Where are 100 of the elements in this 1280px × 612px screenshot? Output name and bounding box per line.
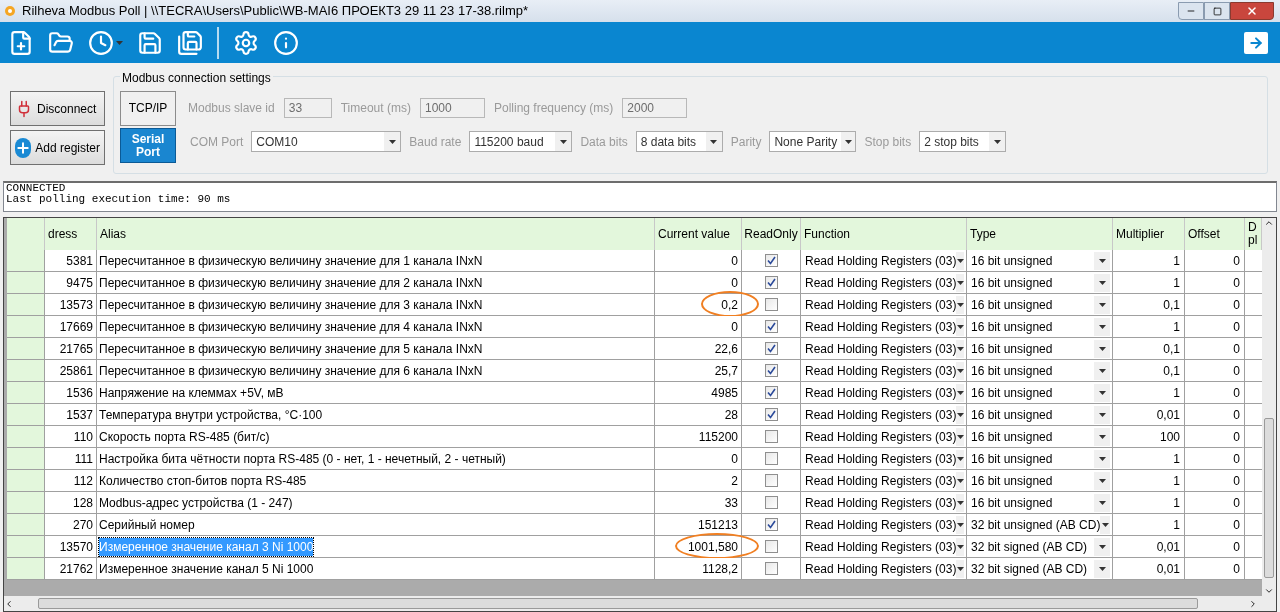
new-file-icon[interactable] <box>8 29 34 56</box>
row-header[interactable] <box>7 448 45 470</box>
function-select[interactable]: Read Holding Registers (03) <box>801 316 967 338</box>
type-select[interactable]: 16 bit unsigned <box>967 382 1113 404</box>
caret-icon <box>1098 302 1106 307</box>
exit-button[interactable] <box>1244 31 1268 54</box>
type-select[interactable]: 16 bit unsigned <box>967 470 1113 492</box>
checkbox[interactable] <box>764 496 778 509</box>
function-select[interactable]: Read Holding Registers (03) <box>801 338 967 360</box>
row-header[interactable] <box>7 272 45 294</box>
row-header[interactable] <box>7 558 45 580</box>
row-header[interactable] <box>7 470 45 492</box>
function-select[interactable]: Read Holding Registers (03) <box>801 382 967 404</box>
function-select[interactable]: Read Holding Registers (03) <box>801 272 967 294</box>
type-select[interactable]: 32 bit signed (AB CD) <box>967 536 1113 558</box>
folder-icon[interactable] <box>48 29 74 56</box>
scroll-thumb[interactable] <box>38 598 1198 609</box>
checkbox[interactable] <box>764 320 778 333</box>
function-select[interactable]: Read Holding Registers (03) <box>801 470 967 492</box>
row-header[interactable] <box>7 514 45 536</box>
row-header[interactable] <box>7 536 45 558</box>
table-cell: 17669 <box>45 316 97 338</box>
select-field[interactable]: None Parity <box>769 131 857 152</box>
field-label: Modbus slave id <box>188 100 275 117</box>
vertical-scrollbar[interactable] <box>1262 218 1276 596</box>
scroll-thumb[interactable] <box>1264 418 1274 578</box>
row-header[interactable] <box>7 360 45 382</box>
type-select[interactable]: 16 bit unsigned <box>967 448 1113 470</box>
horizontal-scrollbar[interactable] <box>4 596 1276 611</box>
type-select[interactable]: 16 bit unsigned <box>967 404 1113 426</box>
type-select[interactable]: 32 bit unsigned (AB CD) <box>967 514 1113 536</box>
row-header[interactable] <box>7 338 45 360</box>
scroll-down-icon[interactable] <box>1264 586 1274 596</box>
mode-tab[interactable]: Serial Port <box>120 128 176 163</box>
checkbox[interactable] <box>764 364 778 377</box>
row-header[interactable] <box>7 426 45 448</box>
function-select[interactable]: Read Holding Registers (03) <box>801 426 967 448</box>
type-select[interactable]: 16 bit unsigned <box>967 338 1113 360</box>
function-select[interactable]: Read Holding Registers (03) <box>801 294 967 316</box>
row-header[interactable] <box>7 250 45 272</box>
mode-tab[interactable]: TCP/IP <box>120 91 176 126</box>
restore-button[interactable] <box>1204 2 1230 20</box>
function-select[interactable]: Read Holding Registers (03) <box>801 536 967 558</box>
checkbox[interactable] <box>764 276 778 289</box>
row-header[interactable] <box>7 294 45 316</box>
select-field[interactable]: 2 stop bits <box>919 131 1007 152</box>
select-field[interactable]: 8 data bits <box>635 131 723 152</box>
table-cell: 9475 <box>45 272 97 294</box>
function-select[interactable]: Read Holding Registers (03) <box>801 492 967 514</box>
settings-icon[interactable] <box>233 29 259 56</box>
type-select[interactable]: 16 bit unsigned <box>967 426 1113 448</box>
function-select[interactable]: Read Holding Registers (03) <box>801 514 967 536</box>
save-icon[interactable] <box>137 29 163 56</box>
type-select[interactable]: 16 bit unsigned <box>967 294 1113 316</box>
info-icon[interactable] <box>273 29 299 56</box>
checkbox[interactable] <box>764 408 778 421</box>
table-cell: 0 <box>1185 448 1245 470</box>
type-select[interactable]: 16 bit unsigned <box>967 316 1113 338</box>
add-register-button[interactable]: Add register <box>10 130 105 165</box>
table-cell-text: Пересчитанное в физическую величину значение для 4 канала INxN <box>99 318 483 336</box>
row-header[interactable] <box>7 492 45 514</box>
type-select[interactable]: 16 bit unsigned <box>967 272 1113 294</box>
checkbox[interactable] <box>764 298 778 311</box>
checkbox[interactable] <box>764 474 778 487</box>
scroll-left-icon[interactable] <box>4 598 14 609</box>
checkbox[interactable] <box>764 342 778 355</box>
type-select[interactable]: 32 bit signed (AB CD) <box>967 558 1113 580</box>
table-cell: 0 <box>1185 250 1245 272</box>
scroll-up-icon[interactable] <box>1264 218 1274 228</box>
caret-icon <box>956 368 964 373</box>
function-select[interactable]: Read Holding Registers (03) <box>801 558 967 580</box>
table-cell <box>1245 514 1262 536</box>
checkbox[interactable] <box>764 386 778 399</box>
checkbox[interactable] <box>764 430 778 443</box>
row-header[interactable] <box>7 404 45 426</box>
select-field[interactable]: 115200 baud <box>469 131 573 152</box>
row-header[interactable] <box>7 316 45 338</box>
checkbox[interactable] <box>764 562 778 575</box>
type-select[interactable]: 16 bit unsigned <box>967 250 1113 272</box>
function-select[interactable]: Read Holding Registers (03) <box>801 448 967 470</box>
function-select[interactable]: Read Holding Registers (03) <box>801 360 967 382</box>
checkbox[interactable] <box>764 452 778 465</box>
caret-icon <box>956 478 964 483</box>
select-field[interactable]: COM10 <box>251 131 402 152</box>
type-select[interactable]: 16 bit unsigned <box>967 492 1113 514</box>
scroll-right-icon[interactable] <box>1248 598 1258 609</box>
clock-icon[interactable] <box>88 29 114 56</box>
close-button[interactable] <box>1230 2 1274 20</box>
function-select[interactable]: Read Holding Registers (03) <box>801 404 967 426</box>
checkbox[interactable] <box>764 540 778 553</box>
function-select[interactable]: Read Holding Registers (03) <box>801 250 967 272</box>
table-cell: 1 <box>1113 492 1185 514</box>
caret-icon <box>710 139 718 144</box>
save-as-icon[interactable] <box>177 29 203 56</box>
row-header[interactable] <box>7 382 45 404</box>
disconnect-button[interactable]: Disconnect <box>10 91 105 126</box>
checkbox[interactable] <box>764 518 778 531</box>
type-select[interactable]: 16 bit unsigned <box>967 360 1113 382</box>
minimize-button[interactable] <box>1178 2 1204 20</box>
checkbox[interactable] <box>764 254 778 267</box>
